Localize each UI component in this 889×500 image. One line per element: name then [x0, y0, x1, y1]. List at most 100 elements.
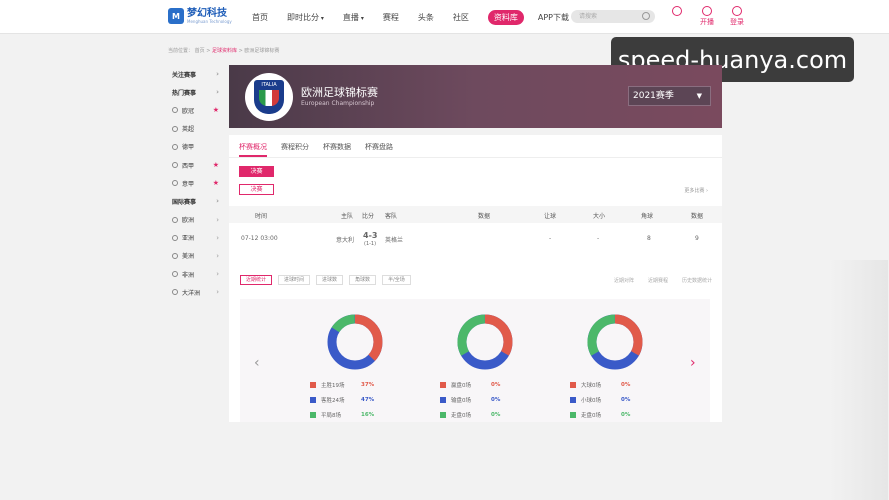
tab-cup-data[interactable]: 杯赛数据	[323, 142, 351, 157]
season-select[interactable]: 2021赛季 ▼	[628, 86, 711, 106]
over-under-stats-group: 大球0场 0% 小球0场 0% 走盘0场 0%	[570, 313, 660, 422]
sidebar-item-followed[interactable]: 关注赛事 ›	[165, 65, 223, 83]
star-icon[interactable]: ★	[213, 106, 219, 114]
legend: 大球0场 0% 小球0场 0% 走盘0场 0%	[570, 377, 660, 422]
sidebar-item-seriea[interactable]: 意甲 ★	[165, 174, 223, 192]
matches-table-header: 时间 主队 比分 客队 数据 让球 大小 角球 数据	[229, 206, 722, 223]
sidebar-item-label: 非洲	[182, 271, 195, 279]
team-badge: ITALIA	[245, 73, 293, 121]
sidebar-item-label: 英超	[182, 126, 195, 134]
login-button[interactable]: 登录	[722, 6, 752, 27]
legend-swatch	[440, 396, 446, 403]
away-team[interactable]: 英格兰	[385, 235, 403, 244]
logo-mark: M	[168, 8, 184, 24]
legend-percent: 47%	[361, 396, 375, 403]
league-icon	[172, 180, 178, 187]
sidebar-item-label: 美洲	[182, 253, 195, 261]
legend-label: 走盘0场	[451, 412, 471, 419]
sidebar-item-bundesliga[interactable]: 德甲	[165, 138, 223, 156]
panel-tabs: 杯赛概况 赛程积分 杯赛数据 杯赛盘路	[239, 142, 407, 157]
star-icon[interactable]: ★	[213, 161, 219, 169]
star-icon[interactable]: ★	[213, 179, 219, 187]
legend-percent: 0%	[491, 396, 501, 403]
sidebar-item-international[interactable]: 国际赛事 ›	[165, 192, 223, 210]
legend-swatch	[310, 396, 316, 403]
sidebar-item-oceania[interactable]: 大洋洲 ›	[165, 283, 223, 301]
search-input[interactable]: 请搜索	[571, 10, 655, 23]
sidebar-item-label: 西甲	[182, 162, 195, 170]
breadcrumb-prefix: 当前位置：	[168, 48, 194, 54]
filter-recent-stats[interactable]: 近期统计	[240, 275, 273, 285]
match-score[interactable]: 4-3	[363, 231, 377, 240]
refresh-button[interactable]	[662, 6, 692, 27]
competition-title: 欧洲足球锦标赛	[301, 86, 378, 99]
tab-overview[interactable]: 杯赛概况	[239, 142, 267, 157]
sidebar-item-label: 欧冠	[182, 107, 195, 115]
tab-cup-odds[interactable]: 杯赛盘路	[365, 142, 393, 157]
nav-item-live-scores[interactable]: 即时比分	[287, 12, 324, 23]
league-icon	[172, 162, 178, 169]
search-icon[interactable]	[642, 12, 650, 20]
option-recent-matchups[interactable]: 近期对阵	[614, 277, 634, 284]
sidebar-item-ucl[interactable]: 欧冠 ★	[165, 101, 223, 119]
breadcrumb-section[interactable]: 足球资料库	[212, 48, 237, 54]
handicap-value: -	[549, 235, 552, 242]
data-value[interactable]: 9	[695, 235, 699, 242]
option-history-stats[interactable]: 历史数据统计	[682, 277, 712, 284]
main-nav: 首页 即时比分 直播 赛程 头条 社区 资料库 APP下载	[252, 0, 588, 34]
stage-button-final[interactable]: 决赛	[239, 184, 274, 195]
legend-item: 大球0场 0%	[570, 377, 660, 392]
chevron-right-icon: ›	[216, 70, 219, 79]
sidebar-item-africa[interactable]: 非洲 ›	[165, 265, 223, 283]
handicap-donut-chart	[457, 314, 513, 370]
legend-item: 赢盘0场 0%	[440, 377, 530, 392]
italia-crest-icon: ITALIA	[254, 80, 284, 114]
home-team[interactable]: 意大利	[336, 235, 354, 244]
sidebar-item-europe[interactable]: 欧洲 ›	[165, 211, 223, 229]
chevron-right-icon[interactable]: ›	[690, 355, 696, 371]
nav-item-app-download[interactable]: APP下载	[538, 12, 569, 23]
nav-item-schedule[interactable]: 赛程	[383, 12, 399, 23]
legend: 主胜19场 37% 客胜24场 47% 平局8场 16%	[310, 377, 400, 422]
option-recent-schedule[interactable]: 近期赛程	[648, 277, 668, 284]
more-matches-link[interactable]: 更多比赛 ›	[684, 187, 708, 194]
sidebar-item-americas[interactable]: 美洲 ›	[165, 247, 223, 265]
top-actions: 开播 登录	[662, 6, 752, 27]
column-header: 角球	[641, 213, 654, 220]
filter-half-full[interactable]: 半/全场	[382, 275, 411, 285]
legend-percent: 0%	[621, 381, 631, 388]
chevron-left-icon[interactable]: ‹	[254, 355, 260, 371]
chevron-right-icon: ›	[216, 88, 219, 97]
stat-options: 近期对阵 近期赛程 历史数据统计	[600, 277, 712, 284]
tab-schedule-standings[interactable]: 赛程积分	[281, 142, 309, 157]
sidebar-item-laliga[interactable]: 西甲 ★	[165, 156, 223, 174]
nav-item-home[interactable]: 首页	[252, 12, 268, 23]
competition-banner: ITALIA 欧洲足球锦标赛 European Championship 202…	[229, 65, 722, 128]
chevron-right-icon: ›	[216, 288, 219, 297]
nav-item-headlines[interactable]: 头条	[418, 12, 434, 23]
sidebar-item-epl[interactable]: 英超	[165, 120, 223, 138]
nav-item-database[interactable]: 资料库	[487, 9, 524, 25]
filter-goal-count[interactable]: 进球数	[316, 275, 344, 285]
sidebar-item-asia[interactable]: 亚洲 ›	[165, 229, 223, 247]
legend-label: 小球0场	[581, 397, 601, 404]
globe-icon	[172, 234, 178, 241]
brand-logo[interactable]: M 梦幻科技 Menghuan Technology	[168, 8, 232, 24]
filter-corners[interactable]: 角球数	[349, 275, 377, 285]
breadcrumb-home[interactable]: 首页	[195, 48, 205, 54]
match-time: 07-12 03:00	[241, 235, 278, 242]
stage-button-final-active[interactable]: 决赛	[239, 166, 274, 177]
nav-item-community[interactable]: 社区	[453, 12, 469, 23]
competition-panel: 杯赛概况 赛程积分 杯赛数据 杯赛盘路 决赛 决赛 更多比赛 › 时间 主队 比…	[229, 135, 722, 422]
go-live-button[interactable]: 开播	[692, 6, 722, 27]
legend-swatch	[440, 411, 446, 418]
legend-percent: 16%	[361, 411, 375, 418]
filter-goal-time[interactable]: 进球时间	[278, 275, 311, 285]
nav-item-live-stream[interactable]: 直播	[343, 12, 364, 23]
globe-icon	[172, 289, 178, 296]
sidebar-item-hot[interactable]: 热门赛事 ›	[165, 83, 223, 101]
column-header: 客队	[385, 213, 398, 220]
legend-item: 小球0场 0%	[570, 392, 660, 407]
table-row[interactable]: 07-12 03:00 意大利 4-3 (1-1) 英格兰 - - 8 9	[229, 227, 722, 251]
chevron-down-icon: ▼	[696, 92, 702, 100]
